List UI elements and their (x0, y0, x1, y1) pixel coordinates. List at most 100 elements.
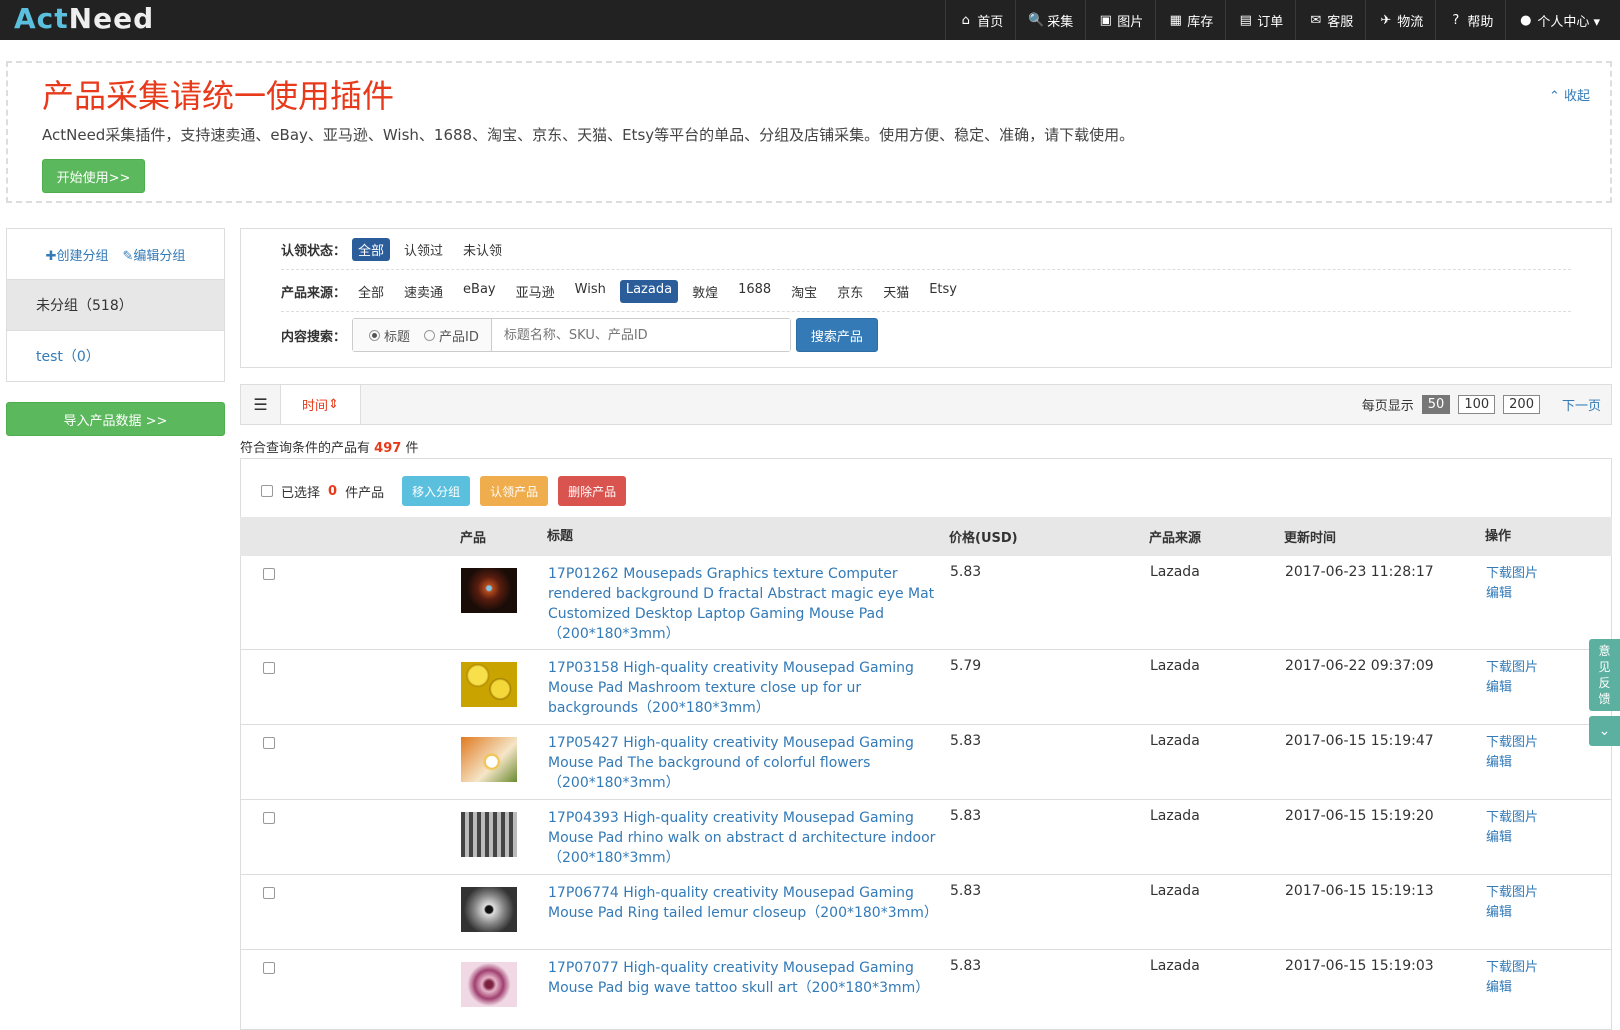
feedback-tab[interactable]: 意见反馈 (1589, 639, 1620, 711)
status-option-0[interactable]: 全部 (352, 237, 391, 261)
row-checkbox[interactable] (263, 662, 275, 674)
picture-icon: ▣ (1099, 12, 1112, 28)
nav-item-4[interactable]: ▤ 订单 (1225, 0, 1295, 40)
product-price: 5.83 (950, 958, 982, 974)
group-item-test[interactable]: test（0） (7, 330, 224, 381)
product-thumbnail[interactable] (461, 812, 517, 857)
nav-item-3[interactable]: ▦ 库存 (1155, 0, 1225, 40)
status-option-2[interactable]: 未认领 (457, 238, 508, 261)
search-input[interactable] (491, 319, 790, 351)
product-source: Lazada (1150, 733, 1200, 749)
edit-product-link[interactable]: 编辑 (1486, 753, 1606, 773)
download-images-link[interactable]: 下载图片 (1486, 564, 1606, 584)
row-checkbox[interactable] (263, 568, 275, 580)
product-source: Lazada (1150, 564, 1200, 580)
product-title-link[interactable]: 17P07077 High-quality creativity Mousepa… (548, 950, 950, 1029)
pencil-icon: ✎ (122, 248, 134, 264)
download-images-link[interactable]: 下载图片 (1486, 883, 1606, 903)
source-option-9[interactable]: 京东 (831, 280, 869, 303)
radio-product-id[interactable] (424, 329, 436, 341)
edit-product-link[interactable]: 编辑 (1486, 978, 1606, 998)
plane-icon: ✈ (1380, 12, 1392, 28)
row-checkbox[interactable] (263, 737, 275, 749)
source-option-4[interactable]: Wish (569, 280, 612, 303)
plus-icon: ✚ (45, 248, 57, 264)
product-thumbnail[interactable] (461, 662, 517, 707)
per-page-200[interactable]: 200 (1503, 395, 1540, 414)
import-products-button[interactable]: 导入产品数据 >> (6, 402, 225, 436)
download-images-link[interactable]: 下载图片 (1486, 658, 1606, 678)
table-row: 17P01262 Mousepads Graphics texture Comp… (240, 556, 1612, 650)
row-checkbox[interactable] (263, 962, 275, 974)
per-page-label: 每页显示 (1361, 399, 1414, 414)
source-option-8[interactable]: 淘宝 (785, 280, 823, 303)
product-title-link[interactable]: 17P01262 Mousepads Graphics texture Comp… (548, 556, 950, 649)
brand-logo[interactable]: ActNeed (14, 2, 154, 35)
source-option-7[interactable]: 1688 (732, 280, 777, 303)
group-item-ungrouped[interactable]: 未分组（518） (7, 279, 224, 330)
chevron-down-icon[interactable]: ⌄ (1589, 716, 1620, 746)
product-title-link[interactable]: 17P06774 High-quality creativity Mousepa… (548, 875, 950, 949)
create-group-link[interactable]: ✚创建分组 (46, 245, 109, 264)
product-title-link[interactable]: 17P05427 High-quality creativity Mousepa… (548, 725, 950, 799)
edit-product-link[interactable]: 编辑 (1486, 584, 1606, 604)
nav-item-6[interactable]: ✈ 物流 (1365, 0, 1435, 40)
row-checkbox[interactable] (263, 812, 275, 824)
nav-item-0[interactable]: ⌂ 首页 (945, 0, 1015, 40)
help-icon: ? (1452, 12, 1460, 28)
source-option-1[interactable]: 速卖通 (398, 280, 449, 303)
radio-title[interactable] (369, 329, 381, 341)
user-icon: ● (1520, 12, 1532, 28)
product-source: Lazada (1150, 958, 1200, 974)
nav-item-8[interactable]: ● 个人中心 ▾ (1505, 0, 1620, 40)
top-navbar: ActNeed ⌂ 首页 🔍 采集 ▣ 图片 ▦ 库存 ▤ 订单 ✉ 客服 ✈ 物流? 帮助 ● 个人中心 ▾ (0, 0, 1620, 40)
product-updated-time: 2017-06-15 15:19:47 (1285, 733, 1434, 749)
download-images-link[interactable]: 下载图片 (1486, 808, 1606, 828)
edit-group-link[interactable]: ✎编辑分组 (123, 245, 186, 264)
product-title-link[interactable]: 17P03158 High-quality creativity Mousepa… (548, 650, 950, 724)
table-row: 17P07077 High-quality creativity Mousepa… (240, 950, 1612, 1030)
source-option-3[interactable]: 亚马逊 (510, 280, 561, 303)
product-thumbnail[interactable] (461, 887, 517, 932)
download-images-link[interactable]: 下载图片 (1486, 733, 1606, 753)
list-view-icon[interactable]: ☰ (241, 385, 281, 424)
source-option-10[interactable]: 天猫 (877, 280, 915, 303)
nav-item-2[interactable]: ▣ 图片 (1085, 0, 1155, 40)
delete-products-button[interactable]: 删除产品 (558, 476, 627, 506)
edit-product-link[interactable]: 编辑 (1486, 903, 1606, 923)
product-title-link[interactable]: 17P04393 High-quality creativity Mousepa… (548, 800, 950, 874)
nav-item-7[interactable]: ? 帮助 (1435, 0, 1505, 40)
source-option-0[interactable]: 全部 (352, 280, 390, 303)
bulk-actions: 已选择 0 件产品 移入分组 认领产品 删除产品 (240, 458, 1612, 524)
claim-products-button[interactable]: 认领产品 (480, 476, 549, 506)
nav-item-5[interactable]: ✉ 客服 (1295, 0, 1365, 40)
product-thumbnail[interactable] (461, 962, 517, 1007)
search-products-button[interactable]: 搜索产品 (795, 318, 878, 352)
product-price: 5.79 (950, 658, 982, 674)
row-checkbox[interactable] (263, 887, 275, 899)
move-to-group-button[interactable]: 移入分组 (402, 476, 471, 506)
source-option-2[interactable]: eBay (457, 280, 502, 303)
product-updated-time: 2017-06-15 15:19:03 (1285, 958, 1434, 974)
list-toolbar: ☰ 时间 ⇕ 每页显示 50 100 200 下一页 (240, 384, 1612, 425)
per-page-100[interactable]: 100 (1458, 395, 1496, 414)
product-thumbnail[interactable] (461, 737, 517, 782)
status-option-1[interactable]: 认领过 (398, 238, 449, 261)
next-page-link[interactable]: 下一页 (1562, 395, 1601, 414)
edit-product-link[interactable]: 编辑 (1486, 678, 1606, 698)
download-images-link[interactable]: 下载图片 (1486, 958, 1606, 978)
per-page-50[interactable]: 50 (1421, 395, 1451, 414)
edit-product-link[interactable]: 编辑 (1486, 828, 1606, 848)
grid-icon: ▦ (1169, 12, 1182, 28)
select-all-checkbox[interactable] (261, 485, 273, 497)
source-option-6[interactable]: 敦煌 (686, 280, 724, 303)
sort-by-time[interactable]: 时间 ⇕ (281, 385, 361, 424)
content-search-label: 内容搜索： (281, 329, 347, 345)
product-thumbnail[interactable] (461, 568, 517, 613)
nav-item-1[interactable]: 🔍 采集 (1015, 0, 1085, 40)
source-option-11[interactable]: Etsy (923, 280, 963, 303)
collapse-link[interactable]: ⌃ 收起 (1549, 85, 1590, 104)
filter-panel: 认领状态： 全部 认领过 未认领 产品来源： 全部 速卖通 eBay 亚马逊 Wish Laz… (240, 228, 1612, 368)
start-using-button[interactable]: 开始使用>> (42, 159, 145, 193)
source-option-5[interactable]: Lazada (619, 279, 679, 303)
